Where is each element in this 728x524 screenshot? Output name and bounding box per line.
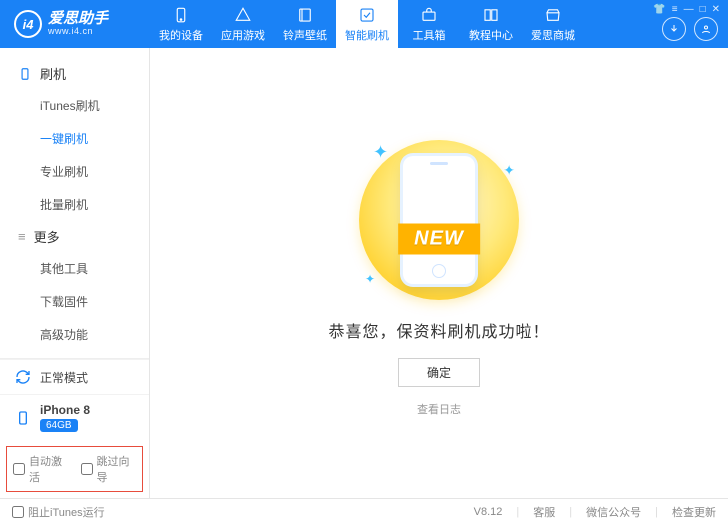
mode-label: 正常模式 — [40, 369, 88, 386]
sparkle-icon: ✦ — [503, 162, 515, 179]
window-controls: 👕 ≡ — □ ✕ — [653, 4, 720, 15]
skin-icon[interactable]: 👕 — [653, 4, 665, 15]
nav-ringtone-wallpaper[interactable]: 铃声壁纸 — [274, 0, 336, 48]
sidebar-group-title: 刷机 — [40, 64, 66, 83]
phone-icon — [14, 409, 32, 427]
nav-label: 教程中心 — [469, 27, 513, 43]
phone-icon — [18, 67, 32, 81]
sidebar-item-download-firmware[interactable]: 下载固件 — [0, 285, 149, 318]
sidebar-group-flash: 刷机 — [0, 58, 149, 89]
ok-button[interactable]: 确定 — [398, 358, 480, 387]
toolbox-icon — [420, 6, 438, 24]
sidebar: 刷机 iTunes刷机 一键刷机 专业刷机 批量刷机 ≡ 更多 其他工具 下载固… — [0, 48, 150, 498]
nav-label: 应用游戏 — [221, 27, 265, 43]
nav-label: 爱思商城 — [531, 27, 575, 43]
sidebar-item-onekey-flash[interactable]: 一键刷机 — [0, 122, 149, 155]
phone-illustration — [403, 156, 475, 284]
version-label: V8.12 — [474, 506, 503, 518]
auto-activate-checkbox[interactable]: 自动激活 — [13, 453, 69, 485]
minimize-icon[interactable]: — — [684, 4, 694, 15]
nav-label: 铃声壁纸 — [283, 27, 327, 43]
capacity-badge: 64GB — [40, 419, 78, 432]
titlebar: 👕 ≡ — □ ✕ i4 爱思助手 www.i4.cn 我的设备 应用游戏 铃声… — [0, 0, 728, 48]
flash-options: 自动激活 跳过向导 — [6, 446, 143, 492]
app-site: www.i4.cn — [48, 27, 108, 37]
sidebar-item-other-tools[interactable]: 其他工具 — [0, 252, 149, 285]
device-mode[interactable]: 正常模式 — [0, 359, 149, 394]
nav-apps-games[interactable]: 应用游戏 — [212, 0, 274, 48]
nav-label: 工具箱 — [413, 27, 446, 43]
flash-icon — [358, 6, 376, 24]
app-name: 爱思助手 — [48, 11, 108, 28]
nav-store[interactable]: 爱思商城 — [522, 0, 584, 48]
nav-smart-flash[interactable]: 智能刷机 — [336, 0, 398, 48]
success-illustration: ✦ ✦ ✦ NEW — [359, 140, 519, 300]
success-message: 恭喜您，保资料刷机成功啦！ — [328, 318, 549, 342]
download-button[interactable] — [662, 17, 686, 41]
sidebar-item-pro-flash[interactable]: 专业刷机 — [0, 155, 149, 188]
sparkle-icon: ✦ — [365, 272, 375, 286]
store-icon — [544, 6, 562, 24]
view-log-link[interactable]: 查看日志 — [417, 401, 461, 417]
top-nav: 我的设备 应用游戏 铃声壁纸 智能刷机 工具箱 教程中心 爱思商城 — [150, 0, 652, 48]
nav-toolbox[interactable]: 工具箱 — [398, 0, 460, 48]
device-name: iPhone 8 — [40, 403, 90, 417]
nav-my-device[interactable]: 我的设备 — [150, 0, 212, 48]
book-icon — [482, 6, 500, 24]
new-ribbon: NEW — [398, 223, 480, 254]
sidebar-item-itunes-flash[interactable]: iTunes刷机 — [0, 89, 149, 122]
more-icon: ≡ — [18, 229, 26, 244]
maximize-icon[interactable]: □ — [700, 4, 706, 15]
footer-link-wechat[interactable]: 微信公众号 — [586, 504, 641, 520]
note-icon — [296, 6, 314, 24]
nav-label: 智能刷机 — [345, 27, 389, 43]
device-info[interactable]: iPhone 8 64GB — [0, 394, 149, 440]
menu-icon[interactable]: ≡ — [672, 4, 678, 15]
sidebar-group-title: 更多 — [34, 227, 60, 246]
main-content: ✦ ✦ ✦ NEW 恭喜您，保资料刷机成功啦！ 确定 查看日志 — [150, 48, 728, 498]
sidebar-item-batch-flash[interactable]: 批量刷机 — [0, 188, 149, 221]
sidebar-item-advanced[interactable]: 高级功能 — [0, 318, 149, 351]
footer-link-update[interactable]: 检查更新 — [672, 504, 716, 520]
footer-link-support[interactable]: 客服 — [533, 504, 555, 520]
phone-icon — [172, 6, 190, 24]
app-logo[interactable]: i4 爱思助手 www.i4.cn — [0, 0, 150, 48]
nav-label: 我的设备 — [159, 27, 203, 43]
skip-wizard-checkbox[interactable]: 跳过向导 — [81, 453, 137, 485]
nav-tutorials[interactable]: 教程中心 — [460, 0, 522, 48]
user-button[interactable] — [694, 17, 718, 41]
sparkle-icon: ✦ — [373, 142, 388, 163]
block-itunes-checkbox[interactable]: 阻止iTunes运行 — [12, 504, 105, 520]
status-bar: 阻止iTunes运行 V8.12 | 客服 | 微信公众号 | 检查更新 — [0, 498, 728, 524]
sidebar-group-more: ≡ 更多 — [0, 221, 149, 252]
refresh-icon — [14, 368, 32, 386]
close-icon[interactable]: ✕ — [712, 4, 720, 15]
apps-icon — [234, 6, 252, 24]
logo-icon: i4 — [14, 10, 42, 38]
